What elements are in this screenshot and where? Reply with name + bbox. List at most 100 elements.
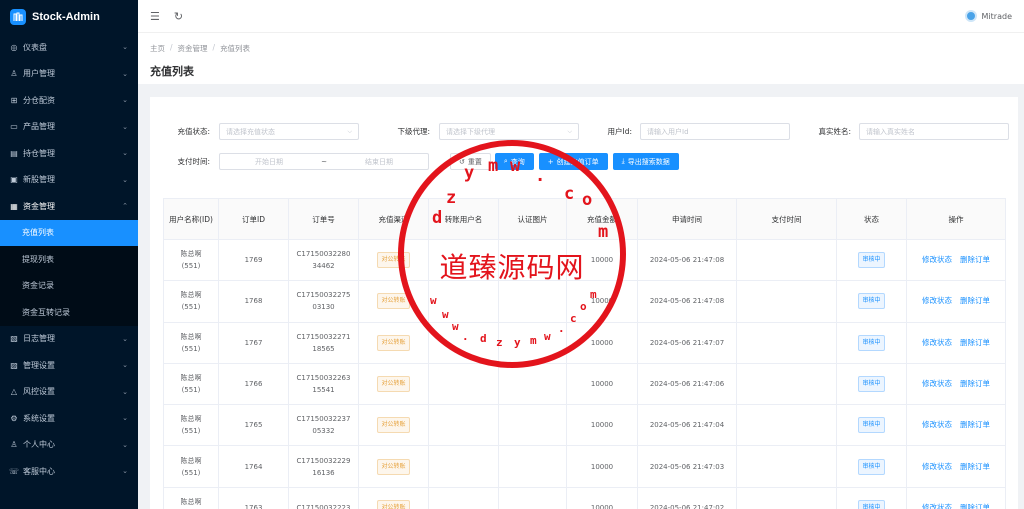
delete-order-link[interactable]: 删除订单 <box>960 503 990 509</box>
sidebar-item[interactable]: △ 风控设置 ⌄ <box>0 379 138 406</box>
chevron-up-icon: ⌃ <box>122 202 128 211</box>
edit-status-link[interactable]: 修改状态 <box>922 296 952 305</box>
status-badge: 审核中 <box>858 376 885 393</box>
cell-channel: 对公转账 <box>358 321 429 364</box>
sidebar-item[interactable]: ▣ 新股管理 ⌄ <box>0 167 138 194</box>
sidebar-item[interactable]: ▭ 产品管理 ⌄ <box>0 114 138 141</box>
chevron-down-icon: ⌄ <box>122 96 128 105</box>
search-button[interactable]: ⌕ 查询 <box>494 153 534 170</box>
breadcrumb-funds[interactable]: 资金管理 <box>178 43 208 54</box>
cell-order-no: C17150032263 15541 <box>288 362 359 406</box>
submenu-item[interactable]: 提现列表 <box>0 246 138 273</box>
order-no-part2: 34462 <box>312 262 335 271</box>
breadcrumb-current: 充值列表 <box>220 44 251 53</box>
edit-status-link[interactable]: 修改状态 <box>922 338 952 347</box>
cell-apply-time: 2024-05-06 21:47:08 <box>637 238 737 282</box>
menu-fold-icon[interactable]: ☰ <box>150 10 160 23</box>
menu-icon: ▣ <box>10 175 18 185</box>
menu-icon: ▭ <box>10 122 18 132</box>
user-id: (551) <box>181 427 201 436</box>
edit-status-link[interactable]: 修改状态 <box>922 462 952 471</box>
chevron-down-icon: ⌄ <box>122 149 128 158</box>
cell-user: 陈总啊(551) <box>163 404 219 447</box>
pay-time-range[interactable]: 开始日期 ~ 结束日期 <box>219 153 429 170</box>
reset-label: 重置 <box>467 157 482 166</box>
delete-order-link[interactable]: 删除订单 <box>960 462 990 471</box>
column-header: 订单ID <box>218 198 289 240</box>
sub-agent-select[interactable]: 请选择下级代理 ⌵ <box>439 123 579 140</box>
cell-status: 审核中 <box>836 445 907 488</box>
user-id-input[interactable]: 请输入用户Id <box>640 123 790 140</box>
delete-order-link[interactable]: 删除订单 <box>960 296 990 305</box>
user-id: (551) <box>181 468 201 477</box>
cell-actions: 修改状态 删除订单 <box>906 280 1006 323</box>
status-select[interactable]: 请选择充值状态 ⌵ <box>219 123 359 140</box>
sidebar-item[interactable]: ⊞ 分仓配资 ⌄ <box>0 87 138 114</box>
filter-row-2: 支付时间: 开始日期 ~ 结束日期 ↺ 重置 ⌕ 查询 + 创建充值订单 ⤓ 导… <box>150 153 679 170</box>
page-header: 主页 / 资金管理 / 充值列表 充值列表 <box>138 32 1024 84</box>
delete-order-link[interactable]: 删除订单 <box>960 338 990 347</box>
app-logo[interactable]: Stock-Admin <box>0 0 138 34</box>
user-name[interactable]: Mitrade <box>982 12 1012 21</box>
edit-status-link[interactable]: 修改状态 <box>922 503 952 509</box>
breadcrumb-home[interactable]: 主页 <box>150 43 165 54</box>
real-name-label: 真实姓名: <box>818 127 851 136</box>
sidebar-item[interactable]: ⚙ 系统设置 ⌄ <box>0 405 138 432</box>
cell-cert-image <box>498 238 567 282</box>
delete-order-link[interactable]: 删除订单 <box>960 379 990 388</box>
cell-order-id: 1767 <box>218 321 289 364</box>
cell-transfer-user <box>428 445 499 488</box>
cell-order-no: C17150032229 16136 <box>288 445 359 488</box>
user-name: 陈总啊 <box>180 291 202 300</box>
table-body: 陈总啊 (551) 1769 C17150032280 34462 对公转账 10000 20… <box>163 238 1006 509</box>
delete-order-link[interactable]: 删除订单 <box>960 255 990 264</box>
real-name-placeholder: 请输入真实姓名 <box>866 127 915 136</box>
user-id: (551) <box>181 344 201 353</box>
table-row: 陈总啊 (551) 1767 C17150032271 18565 对公转账 10000 20… <box>163 321 1006 364</box>
cell-status: 审核中 <box>836 280 907 323</box>
reset-button[interactable]: ↺ 重置 <box>450 153 491 170</box>
edit-status-link[interactable]: 修改状态 <box>922 255 952 264</box>
channel-tag: 对公转账 <box>377 376 410 393</box>
cell-order-no: C17150032280 34462 <box>288 238 359 282</box>
end-date-placeholder[interactable]: 结束日期 <box>330 157 428 167</box>
avatar[interactable] <box>964 10 977 22</box>
sidebar-item[interactable]: ▤ 持仓管理 ⌄ <box>0 140 138 167</box>
cell-channel: 对公转账 <box>358 238 429 282</box>
sidebar-item[interactable]: ▧ 日志管理 ⌄ <box>0 326 138 353</box>
channel-tag: 对公转账 <box>377 334 410 351</box>
sidebar-item[interactable]: ▨ 管理设置 ⌄ <box>0 352 138 379</box>
delete-order-link[interactable]: 删除订单 <box>960 420 990 429</box>
logo-icon <box>10 9 26 25</box>
sidebar-item[interactable]: ▦ 资金管理 ⌃ <box>0 193 138 220</box>
sidebar-item-label: 产品管理 <box>23 122 55 132</box>
submenu-item[interactable]: 资金记录 <box>0 273 138 300</box>
sidebar-item[interactable]: ☏ 客服中心 ⌄ <box>0 458 138 485</box>
table-row: 陈总啊(551)1763 C17150032223 对公转账 100002024-05… <box>163 486 1006 509</box>
sidebar-item[interactable]: ♙ 用户管理 ⌄ <box>0 61 138 88</box>
cell-amount: 10000 <box>566 321 638 364</box>
edit-status-link[interactable]: 修改状态 <box>922 420 952 429</box>
submenu-item[interactable]: 充值列表 <box>0 219 138 246</box>
cell-order-no: C17150032275 03130 <box>288 280 359 323</box>
breadcrumb-separator: / <box>170 43 173 52</box>
status-badge: 审核中 <box>858 334 885 351</box>
export-button[interactable]: ⤓ 导出搜索数据 <box>612 153 679 170</box>
cell-transfer-user <box>428 362 499 406</box>
submenu-item[interactable]: 资金互转记录 <box>0 299 138 326</box>
user-id: (551) <box>181 262 201 271</box>
cell-user: 陈总啊(551) <box>163 486 219 509</box>
refresh-icon[interactable]: ↻ <box>174 10 183 23</box>
real-name-input[interactable]: 请输入真实姓名 <box>859 123 1009 140</box>
edit-status-link[interactable]: 修改状态 <box>922 379 952 388</box>
create-order-button[interactable]: + 创建充值订单 <box>538 153 608 170</box>
order-no-part1: C17150032275 <box>296 291 351 300</box>
menu-icon: ▨ <box>10 360 18 370</box>
cell-channel: 对公转账 <box>358 280 429 323</box>
sidebar-item[interactable]: ♙ 个人中心 ⌄ <box>0 432 138 459</box>
start-date-placeholder[interactable]: 开始日期 <box>220 157 318 167</box>
cell-apply-time: 2024-05-06 21:47:07 <box>637 321 737 364</box>
sidebar-item[interactable]: ◎ 仪表盘 ⌄ <box>0 34 138 61</box>
cell-actions: 修改状态 删除订单 <box>906 238 1006 282</box>
cell-user: 陈总啊(551) <box>163 321 219 364</box>
